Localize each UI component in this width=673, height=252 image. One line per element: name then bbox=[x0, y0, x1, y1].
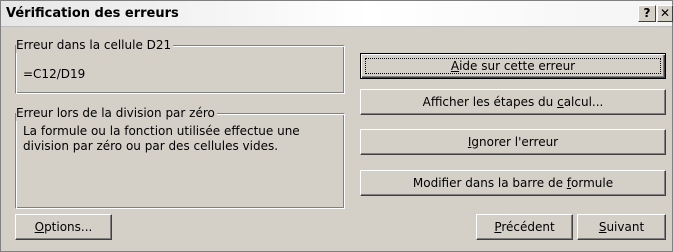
error-checking-dialog: Vérification des erreurs ? ✕ Erreur dans… bbox=[0, 0, 673, 252]
previous-button[interactable]: Précédent bbox=[476, 214, 573, 240]
ignore-error-label: Ignorer l'erreur bbox=[467, 135, 559, 149]
cell-error-group: Erreur dans la cellule D21 =C12/D19 bbox=[15, 37, 345, 94]
show-calculation-steps-label: Afficher les étapes du calcul... bbox=[422, 95, 604, 109]
help-on-error-button[interactable]: Aide sur cette erreur bbox=[360, 53, 666, 79]
cell-error-label: Erreur dans la cellule D21 bbox=[16, 37, 174, 53]
options-button[interactable]: Options... bbox=[15, 214, 112, 240]
help-on-error-label: Aide sur cette erreur bbox=[450, 59, 576, 73]
error-type-label: Erreur lors de la division par zéro bbox=[16, 105, 217, 121]
dialog-title: Vérification des erreurs bbox=[6, 6, 179, 21]
show-calculation-steps-button[interactable]: Afficher les étapes du calcul... bbox=[360, 89, 666, 115]
previous-label: Précédent bbox=[494, 220, 555, 234]
help-icon[interactable]: ? bbox=[638, 5, 656, 22]
edit-in-formula-bar-button[interactable]: Modifier dans la barre de formule bbox=[360, 170, 666, 196]
error-description: La formule ou la fonction utilisée effec… bbox=[23, 124, 300, 153]
title-bar[interactable]: Vérification des erreurs ? ✕ bbox=[1, 1, 673, 27]
options-label: Options... bbox=[34, 220, 93, 234]
ignore-error-button[interactable]: Ignorer l'erreur bbox=[360, 129, 666, 155]
close-icon[interactable]: ✕ bbox=[657, 5, 673, 22]
error-description-group: Erreur lors de la division par zéro La f… bbox=[15, 105, 345, 209]
cell-formula: =C12/D19 bbox=[23, 67, 86, 81]
edit-in-formula-bar-label: Modifier dans la barre de formule bbox=[412, 176, 614, 190]
next-button[interactable]: Suivant bbox=[577, 214, 666, 240]
next-label: Suivant bbox=[598, 220, 645, 234]
